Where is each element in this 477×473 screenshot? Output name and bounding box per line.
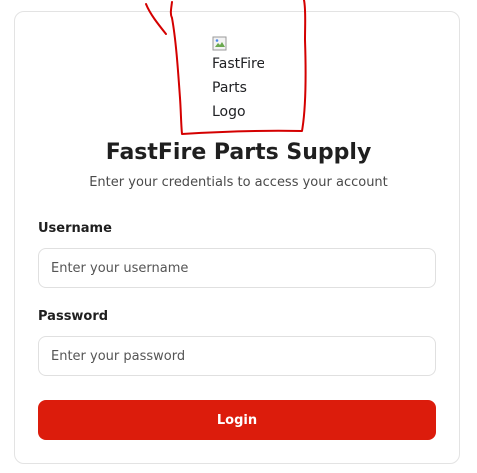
password-label: Password: [38, 309, 109, 324]
logo-alt-text-line-1: FastFire: [212, 56, 264, 72]
username-label: Username: [38, 221, 112, 236]
page-title: FastFire Parts Supply: [105, 140, 372, 165]
logo-alt-text-line-3: Logo: [212, 104, 246, 120]
company-logo: FastFire Parts Logo: [212, 36, 272, 126]
page-subtitle: Enter your credentials to access your ac…: [89, 175, 388, 190]
username-input[interactable]: [38, 248, 436, 288]
broken-image-icon: [212, 36, 227, 51]
logo-alt-text-line-2: Parts: [212, 80, 247, 96]
login-button[interactable]: Login: [38, 400, 436, 440]
password-input[interactable]: [38, 336, 436, 376]
